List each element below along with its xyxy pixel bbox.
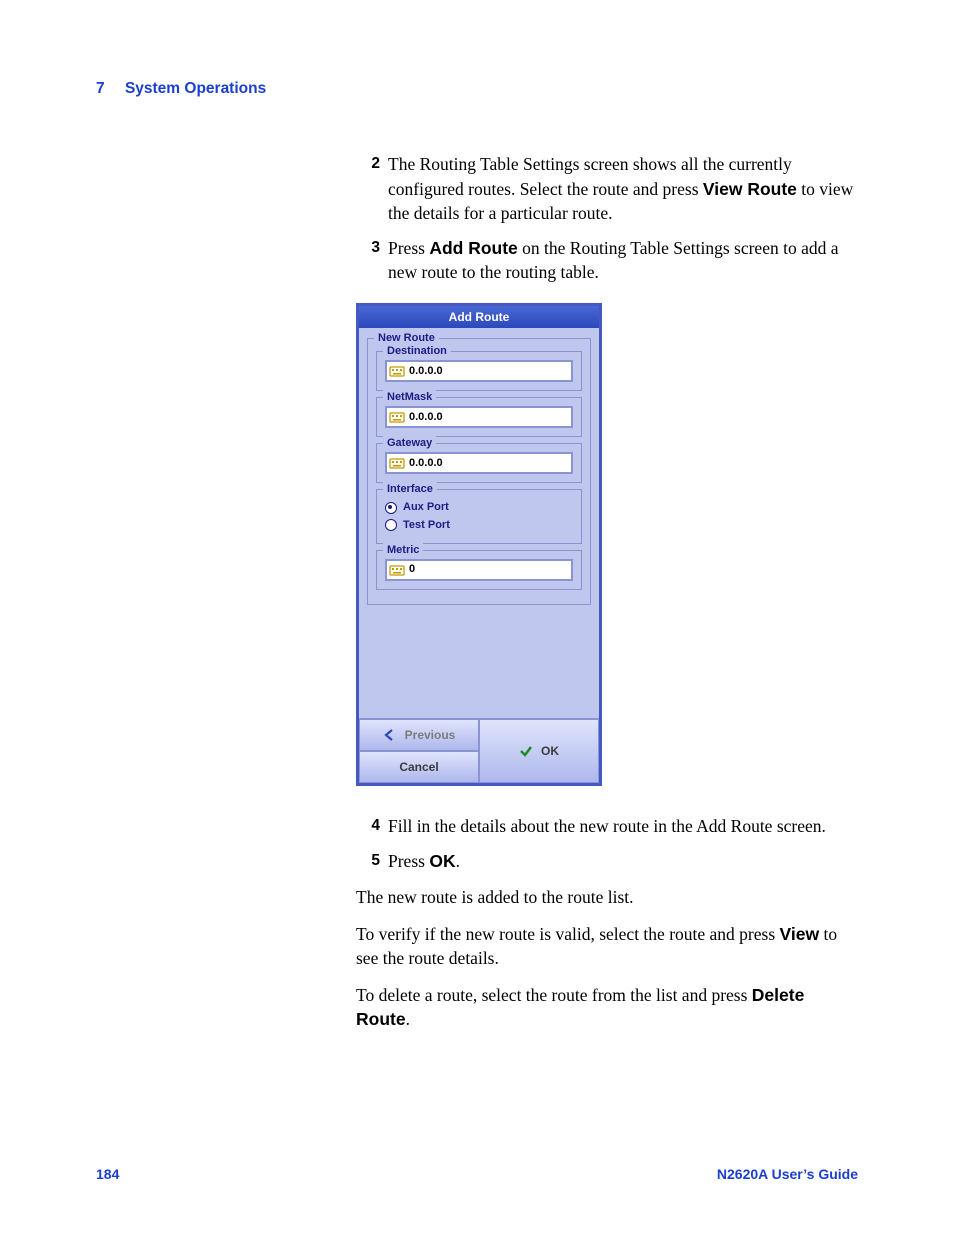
page-header: 7 System Operations [96,78,266,100]
bold-term: Add Route [429,238,517,258]
test-port-radio[interactable]: Test Port [385,518,573,533]
field-label: NetMask [383,390,436,405]
text-run: Press [388,851,429,871]
metric-value: 0 [409,562,415,577]
step-2: 2 The Routing Table Settings screen show… [356,152,858,226]
radio-icon [385,502,397,514]
gateway-value: 0.0.0.0 [409,456,443,471]
new-route-group: New Route Destination 0.0.0.0 Ne [367,338,591,605]
step-number: 2 [356,152,380,226]
paragraph: To delete a route, select the route from… [356,983,858,1032]
aux-port-radio[interactable]: Aux Port [385,500,573,515]
chapter-number: 7 [96,78,105,100]
page-content: 2 The Routing Table Settings screen show… [356,152,858,1032]
metric-group: Metric 0 [376,550,582,590]
destination-group: Destination 0.0.0.0 [376,351,582,391]
step-5: 5 Press OK. [356,849,858,874]
button-label: Cancel [399,759,438,776]
step-text: Press Add Route on the Routing Table Set… [388,236,858,285]
netmask-field[interactable]: 0.0.0.0 [385,406,573,428]
step-number: 5 [356,849,380,874]
cancel-button[interactable]: Cancel [359,751,479,783]
button-label: Previous [405,727,456,744]
document-title: N2620A User’s Guide [717,1165,858,1185]
gateway-field[interactable]: 0.0.0.0 [385,452,573,474]
step-text: Press OK. [388,849,858,874]
ok-button[interactable]: OK [479,719,599,783]
destination-value: 0.0.0.0 [409,364,443,379]
metric-field[interactable]: 0 [385,559,573,581]
text-run: To delete a route, select the route from… [356,985,752,1005]
netmask-group: NetMask 0.0.0.0 [376,397,582,437]
netmask-value: 0.0.0.0 [409,410,443,425]
check-icon [519,744,533,758]
step-4: 4 Fill in the details about the new rout… [356,814,858,839]
button-label: OK [541,743,559,760]
text-run: Press [388,238,429,258]
keyboard-icon [389,563,405,577]
bold-term: View [780,924,820,944]
arrow-left-icon [383,728,397,742]
add-route-dialog: Add Route New Route Destination 0.0.0.0 [356,303,602,787]
destination-field[interactable]: 0.0.0.0 [385,360,573,382]
text-run: . [456,851,460,871]
text-run: . [406,1009,410,1029]
radio-label: Aux Port [403,500,449,515]
keyboard-icon [389,410,405,424]
step-text: The Routing Table Settings screen shows … [388,152,858,226]
field-label: Destination [383,344,451,359]
page-number: 184 [96,1165,119,1185]
keyboard-icon [389,456,405,470]
step-3: 3 Press Add Route on the Routing Table S… [356,236,858,285]
interface-group: Interface Aux Port Test Port [376,489,582,544]
previous-button[interactable]: Previous [359,719,479,751]
keyboard-icon [389,364,405,378]
step-text: Fill in the details about the new route … [388,814,858,839]
step-number: 3 [356,236,380,285]
step-number: 4 [356,814,380,839]
paragraph: The new route is added to the route list… [356,885,858,910]
bold-term: View Route [703,179,797,199]
text-run: To verify if the new route is valid, sel… [356,924,780,944]
field-label: Gateway [383,436,436,451]
dialog-title: Add Route [359,306,599,329]
paragraph: To verify if the new route is valid, sel… [356,922,858,971]
radio-icon [385,519,397,531]
add-route-screenshot: Add Route New Route Destination 0.0.0.0 [356,303,858,787]
bold-term: OK [429,851,455,871]
gateway-group: Gateway 0.0.0.0 [376,443,582,483]
field-label: Metric [383,543,423,558]
field-label: Interface [383,482,437,497]
radio-label: Test Port [403,518,450,533]
dialog-buttons: Previous Cancel OK [359,718,599,783]
chapter-title: System Operations [125,80,266,97]
